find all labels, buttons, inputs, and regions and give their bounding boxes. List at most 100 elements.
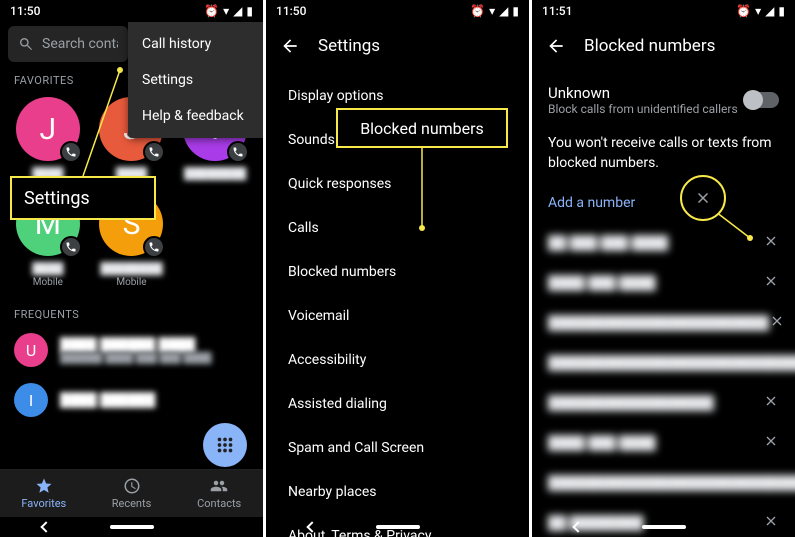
tab-recents[interactable]: Recents bbox=[88, 470, 176, 517]
unknown-title: Unknown bbox=[548, 84, 738, 102]
tab-contacts-label: Contacts bbox=[197, 497, 241, 510]
menu-help-feedback[interactable]: Help & feedback bbox=[128, 98, 263, 134]
phone-panel-1: 11:50 ⏰ ▾ ◢ ▮ Search contac Call history… bbox=[0, 0, 263, 537]
unknown-switch[interactable] bbox=[745, 92, 779, 108]
blocked-number-text: ████████████████████████████ bbox=[548, 355, 795, 371]
back-button[interactable] bbox=[278, 34, 302, 58]
search-input[interactable]: Search contac bbox=[8, 26, 128, 62]
status-bar: 11:50 ⏰ ▾ ◢ ▮ bbox=[266, 0, 529, 22]
settings-item-accessibility[interactable]: Accessibility bbox=[266, 338, 529, 382]
menu-settings[interactable]: Settings bbox=[128, 62, 263, 98]
status-bar: 11:50 ⏰ ▾ ◢ ▮ bbox=[0, 0, 263, 22]
favorite-contact[interactable]: J ████ bbox=[6, 93, 90, 184]
settings-item-assisted-dialing[interactable]: Assisted dialing bbox=[266, 382, 529, 426]
bottom-tabs: Favorites Recents Contacts bbox=[0, 469, 263, 517]
blocked-content: Unknown Block calls from unidentified ca… bbox=[532, 70, 795, 537]
battery-icon: ▮ bbox=[778, 4, 785, 18]
favorite-name: ████████ bbox=[184, 167, 246, 180]
favorite-name: ████ bbox=[32, 167, 63, 180]
avatar: U bbox=[14, 333, 48, 367]
tab-contacts[interactable]: Contacts bbox=[175, 470, 263, 517]
unknown-sub: Block calls from unidentified callers bbox=[548, 102, 738, 116]
settings-item-spam[interactable]: Spam and Call Screen bbox=[266, 426, 529, 470]
settings-item-calls[interactable]: Calls bbox=[266, 206, 529, 250]
settings-item-quick-responses[interactable]: Quick responses bbox=[266, 162, 529, 206]
topbar: Settings bbox=[266, 22, 529, 70]
search-icon bbox=[18, 36, 34, 52]
favorite-name: ████ bbox=[116, 167, 147, 180]
phone-badge-icon bbox=[143, 236, 165, 258]
blocked-list: ██ ███ ███ ████ ████ ███ ████ ██████████… bbox=[548, 223, 779, 537]
settings-item-sounds[interactable]: Sounds and vibration bbox=[266, 118, 529, 162]
settings-item-nearby-places[interactable]: Nearby places bbox=[266, 470, 529, 514]
phone-badge-icon bbox=[60, 141, 82, 163]
add-number-button[interactable]: Add a number bbox=[548, 187, 779, 223]
blocked-number-text: ████ ███ ████ bbox=[548, 275, 656, 291]
nav-home[interactable] bbox=[642, 525, 686, 529]
phone-badge-icon bbox=[227, 141, 249, 163]
settings-item-display-options[interactable]: Display options bbox=[266, 74, 529, 118]
remove-blocked-button[interactable] bbox=[763, 433, 779, 453]
remove-blocked-button[interactable] bbox=[763, 273, 779, 293]
clock-icon bbox=[123, 477, 141, 495]
dialpad-fab[interactable] bbox=[203, 423, 247, 467]
blocked-number-row: ██ ███ ███ ████ bbox=[548, 223, 779, 263]
info-text: You won't receive calls or texts from bl… bbox=[548, 124, 779, 187]
arrow-back-icon bbox=[546, 36, 566, 56]
frequent-contact[interactable]: I ████ ██████ bbox=[6, 375, 257, 425]
star-icon bbox=[35, 477, 53, 495]
phone-badge-icon bbox=[143, 141, 165, 163]
page-title: Settings bbox=[318, 36, 380, 56]
favorite-subtitle: Mobile bbox=[116, 277, 146, 288]
remove-blocked-button[interactable] bbox=[763, 233, 779, 253]
avatar: I bbox=[14, 383, 48, 417]
tab-favorites-label: Favorites bbox=[21, 497, 66, 510]
nav-back[interactable] bbox=[306, 521, 317, 532]
battery-icon: ▮ bbox=[246, 4, 253, 18]
nav-home[interactable] bbox=[376, 525, 420, 529]
frequents-label: FREQUENTS bbox=[0, 300, 263, 325]
alarm-icon: ⏰ bbox=[204, 4, 219, 18]
phone-badge-icon bbox=[60, 236, 82, 258]
topbar: Blocked numbers bbox=[532, 22, 795, 70]
blocked-number-row: ████████████████████████████ bbox=[548, 463, 779, 503]
page-title: Blocked numbers bbox=[584, 36, 715, 56]
alarm-icon: ⏰ bbox=[470, 4, 485, 18]
signal-icon: ◢ bbox=[233, 4, 242, 18]
tab-recents-label: Recents bbox=[112, 497, 152, 510]
back-button[interactable] bbox=[544, 34, 568, 58]
phone-panel-2: 11:50 ⏰ ▾ ◢ ▮ Settings Display options S… bbox=[266, 0, 529, 537]
clock: 11:51 bbox=[542, 4, 572, 18]
dialpad-icon bbox=[214, 434, 236, 456]
blocked-number-text: ████████████████████████ bbox=[548, 315, 769, 331]
blocked-number-text: ████████████████████████████ bbox=[548, 475, 795, 491]
avatar: S bbox=[99, 192, 163, 256]
nav-home[interactable] bbox=[110, 525, 154, 529]
favorite-name: ████████ bbox=[100, 262, 162, 275]
alarm-icon: ⏰ bbox=[736, 4, 751, 18]
remove-blocked-button[interactable] bbox=[763, 393, 779, 413]
menu-call-history[interactable]: Call history bbox=[128, 26, 263, 62]
frequent-name: ████ ██████ ████ bbox=[60, 337, 249, 353]
system-nav-bar bbox=[266, 517, 529, 537]
frequent-sub: ██████ ████ ███ ███ ████ bbox=[60, 353, 249, 364]
people-icon bbox=[210, 477, 228, 495]
signal-icon: ◢ bbox=[499, 4, 508, 18]
close-icon bbox=[694, 189, 712, 207]
nav-back[interactable] bbox=[572, 521, 583, 532]
wifi-icon: ▾ bbox=[755, 4, 761, 18]
search-placeholder: Search contac bbox=[42, 36, 118, 52]
remove-blocked-button[interactable] bbox=[769, 313, 785, 333]
favorite-name: ████ bbox=[32, 262, 63, 275]
settings-item-voicemail[interactable]: Voicemail bbox=[266, 294, 529, 338]
overflow-dropdown: Call history Settings Help & feedback bbox=[128, 22, 263, 138]
clock: 11:50 bbox=[10, 4, 40, 18]
favorite-contact[interactable]: S ████████ Mobile bbox=[90, 188, 174, 292]
tab-favorites[interactable]: Favorites bbox=[0, 470, 88, 517]
frequent-contact[interactable]: U ████ ██████ ████ ██████ ████ ███ ███ █… bbox=[6, 325, 257, 375]
blocked-number-text: ██████████████████ bbox=[548, 395, 714, 411]
favorite-contact[interactable]: M ████ Mobile bbox=[6, 188, 90, 292]
status-icons: ⏰ ▾ ◢ ▮ bbox=[470, 4, 519, 18]
settings-item-blocked-numbers[interactable]: Blocked numbers bbox=[266, 250, 529, 294]
nav-back[interactable] bbox=[40, 521, 51, 532]
